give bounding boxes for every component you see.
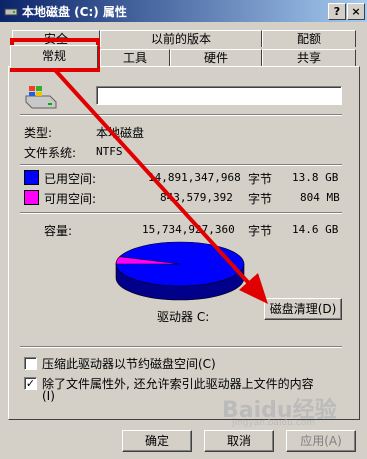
capacity-size: 14.6 GB: [292, 223, 339, 236]
divider: [20, 346, 342, 348]
divider: [20, 114, 342, 116]
help-button[interactable]: ?: [328, 3, 346, 20]
capacity-bytes: 15,734,927,360: [142, 223, 235, 236]
index-checkbox-label-line2: (I): [42, 389, 55, 403]
used-space-bytes: 14,891,347,968: [148, 171, 241, 184]
type-value: 本地磁盘: [96, 126, 145, 140]
index-checkbox[interactable]: ✓: [24, 377, 37, 390]
watermark-url: jingyan.baidu.com: [232, 418, 316, 428]
compress-checkbox[interactable]: [24, 357, 37, 370]
free-space-bytes: 843,579,392: [160, 191, 233, 204]
capacity-label: 容量:: [44, 224, 73, 238]
disk-cleanup-button[interactable]: 磁盘清理(D): [264, 298, 342, 320]
apply-button[interactable]: 应用(A): [286, 430, 356, 452]
free-space-size: 804 MB: [300, 191, 340, 204]
local-disk-icon: [25, 86, 57, 109]
tab-general[interactable]: 常规: [10, 45, 98, 68]
tab-previous-versions[interactable]: 以前的版本: [100, 30, 262, 47]
drive-icon: [4, 8, 18, 16]
divider: [20, 164, 342, 166]
used-space-unit: 字节: [248, 172, 273, 186]
tab-hardware[interactable]: 硬件: [170, 49, 262, 66]
disk-usage-pie: [115, 241, 245, 301]
window-title: 本地磁盘 (C:) 属性: [22, 5, 127, 19]
free-space-unit: 字节: [248, 192, 273, 206]
used-space-size: 13.8 GB: [292, 171, 339, 184]
compress-checkbox-label: 压缩此驱动器以节约磁盘空间(C): [42, 357, 216, 371]
file-system-label: 文件系统:: [24, 146, 77, 160]
tab-quota[interactable]: 配额: [262, 30, 356, 47]
capacity-unit: 字节: [248, 224, 273, 238]
file-system-value: NTFS: [96, 145, 123, 158]
divider: [20, 212, 342, 214]
used-space-label: 已用空间:: [44, 172, 97, 186]
tab-tools[interactable]: 工具: [100, 49, 170, 66]
properties-window: 本地磁盘 (C:) 属性 ? × 安全 以前的版本 配额 工具 硬件 共享 常规…: [0, 0, 367, 459]
title-bar: 本地磁盘 (C:) 属性 ? ×: [0, 0, 367, 22]
close-button[interactable]: ×: [347, 3, 365, 20]
cancel-button[interactable]: 取消: [204, 430, 274, 452]
index-checkbox-label: 除了文件属性外, 还允许索引此驱动器上文件的内容: [42, 377, 314, 391]
drive-name-label: 驱动器 C:: [157, 310, 210, 324]
free-space-label: 可用空间:: [44, 192, 97, 206]
used-space-swatch: [24, 170, 39, 185]
free-space-swatch: [24, 190, 39, 205]
ok-button[interactable]: 确定: [122, 430, 192, 452]
volume-label-input[interactable]: [96, 86, 342, 105]
tab-sharing[interactable]: 共享: [262, 49, 356, 66]
type-label: 类型:: [24, 126, 53, 140]
